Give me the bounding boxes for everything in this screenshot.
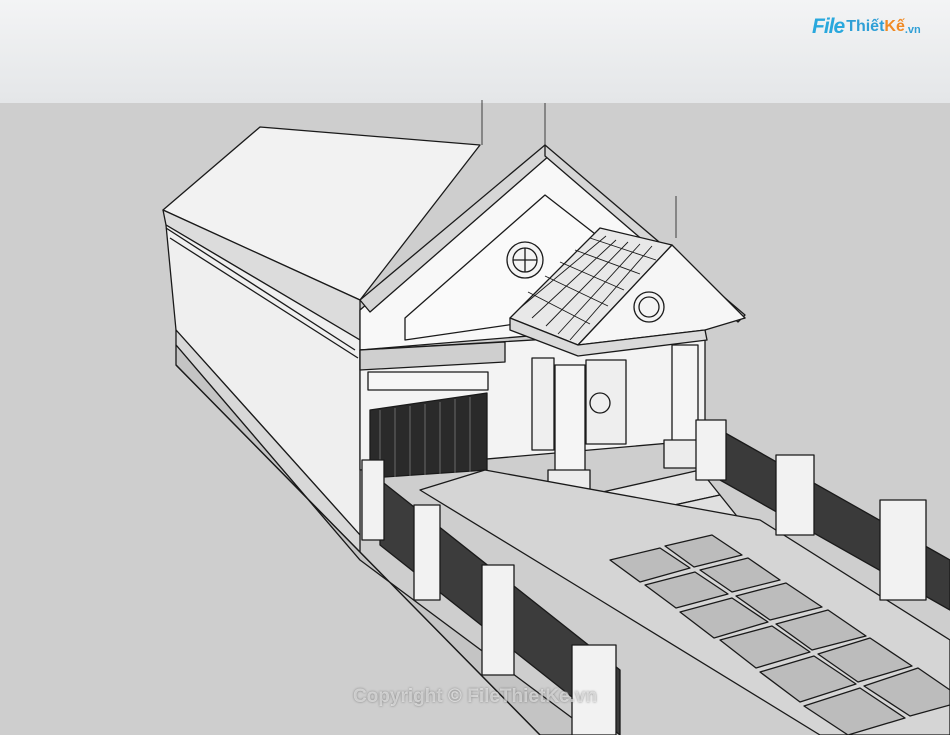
logo-file-text: File bbox=[812, 15, 845, 38]
logo-vn-text: .vn bbox=[904, 23, 921, 36]
house-model-render bbox=[162, 100, 950, 735]
logo-thiet-text: Thiết bbox=[846, 18, 885, 35]
copyright-watermark: Copyright © FileThietKe.vn bbox=[352, 686, 598, 707]
front-facade bbox=[359, 329, 706, 479]
logo-ke-text: Kế bbox=[884, 18, 905, 35]
site-logo: File Thiết Kế .vn bbox=[812, 14, 921, 40]
